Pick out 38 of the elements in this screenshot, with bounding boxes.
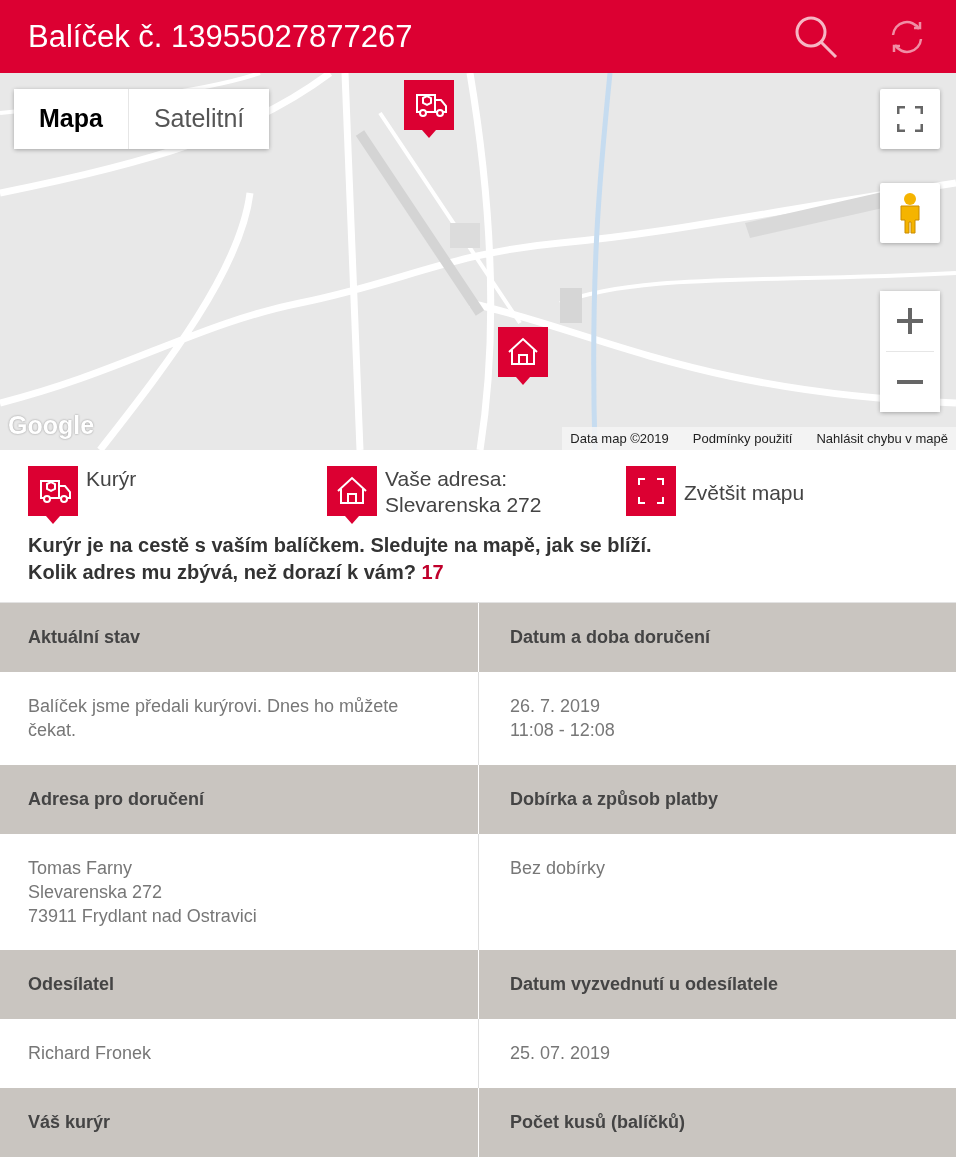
- fullscreen-button[interactable]: [880, 89, 940, 149]
- status-message: Kurýr je na cestě s vaším balíčkem. Sledujte na mapě, jak se blíží. Kolik adres mu zbývá, než dorazí k vám? 17: [28, 533, 653, 585]
- section-value: Tomas Farny Slevarenska 272 73911 Frydlant nad Ostravici: [28, 856, 258, 929]
- expand-map-link[interactable]: Zvětšit mapu: [684, 480, 805, 507]
- map-type-tab[interactable]: Satelitní: [127, 89, 270, 149]
- section-heading: Adresa pro doručení: [27, 787, 206, 811]
- section-heading: Aktuální stav: [27, 626, 142, 649]
- search-icon[interactable]: [794, 14, 838, 59]
- van-icon: [40, 480, 71, 503]
- expand-map-button[interactable]: [626, 466, 676, 516]
- zoom-out-button[interactable]: [880, 352, 940, 412]
- section-heading: Datum a doba doručení: [478, 603, 956, 672]
- section-value: Balíček jsme předali kurýrovi. Dnes ho můžete čekat.: [28, 695, 400, 743]
- map-link[interactable]: Podmínky použití: [692, 428, 793, 448]
- legend-label: Kurýr: [86, 466, 137, 492]
- map-link[interactable]: Nahlásit chybu v mapě: [816, 428, 948, 448]
- expand-icon: [638, 478, 664, 504]
- house-icon: [508, 337, 538, 365]
- map-type-tab[interactable]: Mapa: [14, 89, 128, 149]
- section-heading: Datum vyzvednutí u odesílatele: [478, 950, 956, 1020]
- section-heading: Počet kusů (balíčků): [478, 1087, 956, 1157]
- fullscreen-icon: [897, 106, 923, 132]
- section-heading: Odesílatel: [27, 973, 116, 997]
- zoom-in-button[interactable]: [880, 291, 940, 351]
- plus-icon: [897, 308, 923, 334]
- minus-icon: [897, 380, 923, 384]
- section-value: 26. 7. 2019 11:08 - 12:08: [510, 695, 616, 743]
- section-value: Richard Fronek: [28, 1042, 153, 1066]
- section-heading: Dobírka a způsob platby: [478, 764, 956, 834]
- section-value: Bez dobírky: [510, 856, 607, 880]
- house-icon: [337, 476, 367, 504]
- section-value: 25. 07. 2019: [510, 1042, 612, 1066]
- van-icon: [416, 94, 447, 117]
- pegman-icon: [898, 192, 922, 234]
- section-heading: Váš kurýr: [27, 1110, 112, 1134]
- page-title: Balíček č. 13955027877267: [28, 21, 413, 52]
- legend-label: Vaše adresa: Slevarenska 272: [385, 466, 542, 519]
- map-data-notice: Data map ©2019: [570, 429, 669, 448]
